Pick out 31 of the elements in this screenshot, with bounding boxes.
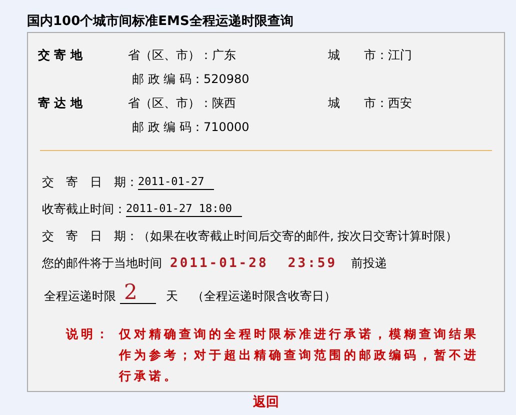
back-link[interactable]: 返回 bbox=[253, 393, 279, 411]
field-label: 城 市： bbox=[328, 47, 388, 64]
delivery-time: 2011-01-28 23:59 bbox=[170, 256, 338, 271]
section-label: 寄 达 地 bbox=[38, 95, 84, 112]
field-label: 交 寄 日 期： bbox=[42, 175, 138, 190]
field-value: 2011-01-27 18:00 bbox=[126, 201, 242, 217]
duration-value: 2 bbox=[120, 281, 156, 304]
field-value: 520980 bbox=[203, 71, 250, 88]
unit-label: 天 bbox=[166, 289, 178, 304]
field-value: 2011-01-27 bbox=[138, 174, 214, 190]
field-label: 城 市： bbox=[328, 95, 388, 112]
field-label: 省（区、市）： bbox=[128, 47, 212, 64]
field-label: 邮 政 编 码： bbox=[132, 71, 204, 88]
notice-label: 说明： bbox=[66, 326, 112, 343]
field-value: 西安 bbox=[388, 95, 412, 112]
note-text: （全程运递时限含收寄日） bbox=[192, 289, 336, 304]
field-label: 省（区、市）： bbox=[128, 95, 212, 112]
delivery-text: 您的邮件将于当地时间 bbox=[42, 256, 162, 271]
field-label: 全程运递时限 bbox=[44, 289, 116, 304]
field-label: 收寄截止时间： bbox=[42, 202, 126, 217]
notice-text: 仅对精确查询的全程时限标准进行承诺，模糊查询结果作为参考；对于超出精确查询范围的邮政编码，暂不进行承诺。 bbox=[119, 326, 480, 385]
page-title: 国内100个城市间标准EMS全程运递时限查询 bbox=[27, 12, 294, 31]
note-text: （如果在收寄截止时间后交寄的邮件, 按次日交寄计算时限） bbox=[138, 229, 458, 244]
field-value: 广东 bbox=[212, 47, 236, 64]
delivery-text: 前投递 bbox=[351, 256, 388, 271]
field-value: 陕西 bbox=[212, 95, 236, 112]
field-value: 江门 bbox=[388, 47, 412, 64]
section-label: 交 寄 地 bbox=[38, 47, 84, 64]
field-label: 交 寄 日 期： bbox=[42, 229, 138, 244]
field-value: 710000 bbox=[203, 119, 250, 136]
field-label: 邮 政 编 码： bbox=[132, 119, 204, 136]
